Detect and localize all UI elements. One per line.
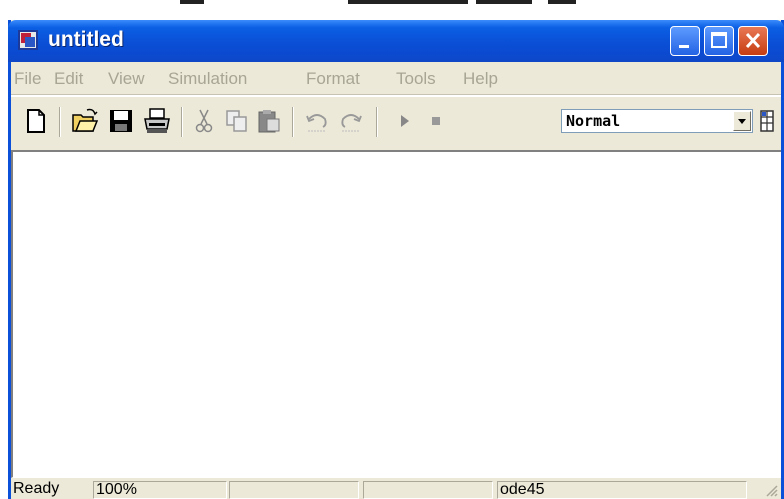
menu-format[interactable]: Format <box>306 69 360 89</box>
minimize-icon <box>679 45 689 48</box>
status-zoom: 100% <box>93 481 227 499</box>
redo-icon[interactable] <box>338 107 364 135</box>
status-solver: ode45 <box>497 481 747 499</box>
maximize-button[interactable] <box>704 26 734 56</box>
toolbar-separator <box>376 107 378 137</box>
minimize-button[interactable] <box>670 26 700 56</box>
title-bar[interactable]: untitled <box>8 20 784 62</box>
simulation-mode-select[interactable]: Normal <box>561 109 753 133</box>
simulation-mode-value: Normal <box>566 112 621 130</box>
status-cell-empty <box>229 481 359 499</box>
status-bar: Ready 100% ode45 <box>11 478 781 499</box>
maximize-icon <box>711 32 727 48</box>
copy-icon[interactable] <box>225 107 249 135</box>
start-simulation-icon[interactable] <box>395 107 415 135</box>
undo-icon[interactable] <box>304 107 330 135</box>
menu-help[interactable]: Help <box>463 69 498 89</box>
toolbar-separator <box>181 107 183 137</box>
open-folder-icon[interactable] <box>71 107 99 135</box>
menu-file[interactable]: File <box>14 69 41 89</box>
stop-simulation-icon[interactable] <box>427 107 447 135</box>
menu-edit[interactable]: Edit <box>54 69 83 89</box>
toolbar-separator <box>292 107 294 137</box>
menu-tools[interactable]: Tools <box>396 69 436 89</box>
paste-icon[interactable] <box>257 107 281 135</box>
menu-view[interactable]: View <box>108 69 145 89</box>
window-title: untitled <box>48 28 124 51</box>
toolbar-separator <box>59 107 61 137</box>
status-cell-empty <box>363 481 493 499</box>
model-canvas[interactable] <box>11 150 781 478</box>
dropdown-button[interactable] <box>733 111 751 131</box>
status-state: Ready <box>13 481 60 497</box>
cropped-caption <box>0 0 784 22</box>
close-button[interactable] <box>738 26 768 56</box>
cut-icon[interactable] <box>193 107 215 135</box>
library-browser-icon[interactable] <box>759 107 777 135</box>
close-icon <box>745 32 761 49</box>
simulink-app-icon <box>18 30 38 50</box>
menu-bar: File Edit View Simulation Format Tools H… <box>11 62 781 94</box>
new-model-icon[interactable] <box>25 107 47 135</box>
simulink-model-window: untitled File Edit View Simulation Forma… <box>8 20 784 499</box>
menu-simulation[interactable]: Simulation <box>168 69 247 89</box>
chevron-down-icon <box>738 119 746 124</box>
save-icon[interactable] <box>108 107 134 135</box>
resize-grip-icon[interactable] <box>763 482 779 498</box>
print-icon[interactable] <box>143 107 171 135</box>
toolbar: Normal <box>11 97 781 149</box>
